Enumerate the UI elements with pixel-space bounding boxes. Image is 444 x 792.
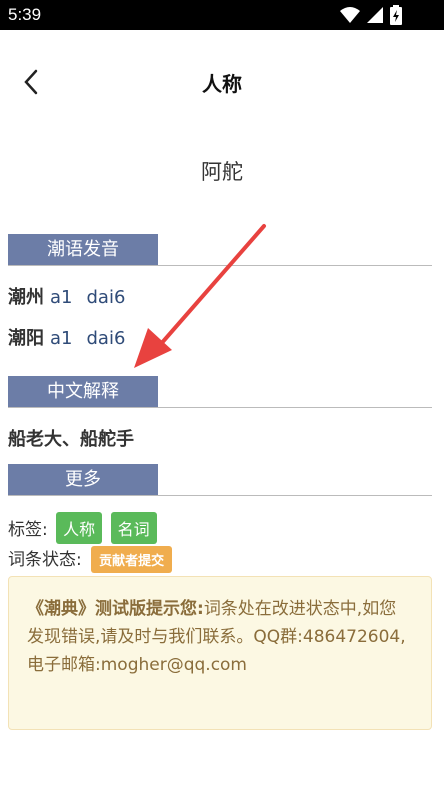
notice-prefix: 《潮典》测试版提示您:	[27, 599, 204, 619]
pronunciation-syllable[interactable]: dai6	[86, 287, 125, 308]
pronunciation-syllable[interactable]: dai6	[86, 328, 125, 349]
wifi-icon	[340, 7, 360, 23]
section-meaning: 中文解释	[8, 376, 432, 408]
tags-label: 标签:	[8, 520, 48, 540]
tag-chip[interactable]: 人称	[56, 512, 103, 544]
section-more: 更多	[8, 464, 432, 496]
pronunciation-place: 潮州	[8, 287, 44, 308]
meaning-text: 船老大、船舵手	[8, 429, 134, 450]
pronunciation-place: 潮阳	[8, 328, 44, 349]
pronunciation-row: 潮阳 a1 dai6	[8, 324, 125, 350]
pronunciation-syllable[interactable]: a1	[50, 287, 72, 308]
status-label: 词条状态:	[8, 550, 82, 570]
status-bar: 5:39	[0, 0, 444, 30]
status-time: 5:39	[8, 5, 42, 24]
tags-row: 标签: 人称 名词	[8, 512, 157, 544]
tag-chip[interactable]: 名词	[110, 512, 157, 544]
section-meaning-title: 中文解释	[8, 376, 158, 407]
section-more-title: 更多	[8, 464, 158, 495]
pronunciation-row: 潮州 a1 dai6	[8, 283, 125, 309]
section-pronunciation: 潮语发音	[8, 234, 432, 266]
signal-icon	[367, 7, 383, 23]
section-pronunciation-title: 潮语发音	[8, 234, 158, 265]
entry-word: 阿舵	[201, 160, 243, 184]
page-title: 人称	[202, 72, 242, 96]
battery-icon	[390, 5, 402, 25]
status-row: 词条状态: 贡献者提交	[8, 545, 173, 573]
status-badge: 贡献者提交	[91, 546, 173, 573]
pronunciation-syllable[interactable]: a1	[50, 328, 72, 349]
notice-box: 《潮典》测试版提示您:词条处在改进状态中,如您发现错误,请及时与我们联系。QQ群…	[8, 576, 432, 730]
app-header: 人称	[0, 30, 444, 134]
